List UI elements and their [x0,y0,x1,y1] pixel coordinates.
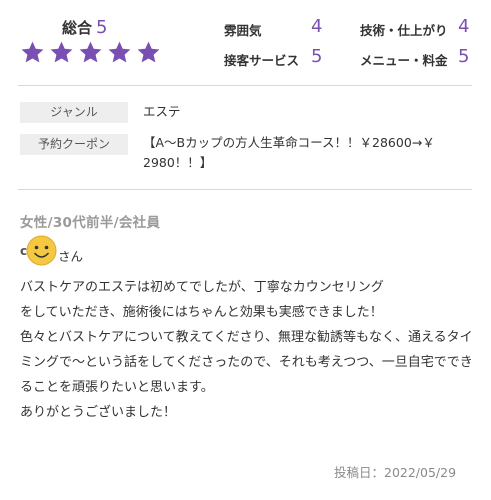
rating-skill-label: 技術・仕上がり [360,23,448,38]
star-icon [21,41,44,63]
coupon-link[interactable]: 【A〜Bカップの方人生革命コース！！￥28600→￥ 2980！！】 [143,133,478,173]
star-icon [50,41,73,63]
coupon-label: 予約クーポン [20,134,128,155]
genre-value: エステ [143,104,181,119]
divider [18,189,472,190]
reviewer-info: 女性/30代前半/会社員 [20,215,161,231]
overall-rating-score: 5 [96,17,108,38]
star-icon [108,41,131,63]
overall-rating-label: 総合 [62,19,93,37]
rating-menu-price-label: メニュー・料金 [360,53,448,68]
genre-label: ジャンル [20,102,128,123]
star-icon [137,41,160,63]
rating-service-value: 5 [311,46,323,67]
rating-service-label: 接客サービス [224,53,300,68]
rating-menu-price-value: 5 [458,46,470,67]
star-rating [20,40,161,65]
rating-skill-value: 4 [458,16,470,37]
smiley-avatar-icon [26,235,57,266]
star-icon [79,41,102,63]
rating-atmosphere-value: 4 [311,16,323,37]
divider [18,85,472,86]
review-body: バストケアのエステは初めてでしたが、丁寧なカウンセリング をしていただき、施術後… [20,280,473,420]
nickname-suffix: さん [58,249,84,264]
rating-atmosphere-label: 雰囲気 [224,23,262,38]
post-date: 投稿日：2022/05/29 [334,465,457,480]
